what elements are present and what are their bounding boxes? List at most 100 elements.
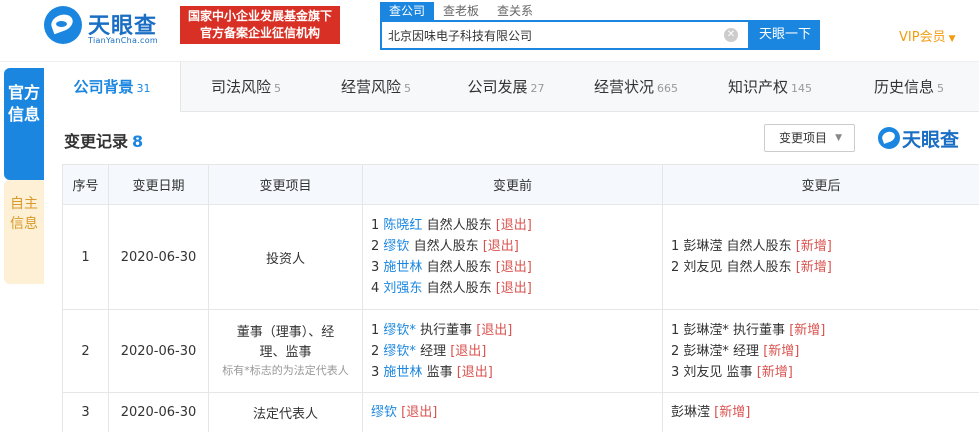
vip-menu[interactable]: VIP会员 ▼ (899, 26, 956, 45)
section-title: 变更记录 8 (64, 128, 143, 152)
entry-num: 1 (371, 322, 380, 338)
tab-count: 5 (404, 82, 411, 95)
tianyancha-logo[interactable]: 天眼查 TianYanCha.com (44, 6, 174, 48)
tab-operational-risk[interactable]: 经营风险 5 (311, 62, 441, 112)
side-tab-official-info[interactable]: 官方信息 (4, 68, 44, 180)
tab-search-relation[interactable]: 查关系 (488, 2, 542, 20)
promo-line-2: 官方备案企业征信机构 (199, 26, 320, 40)
entry-text: 2 刘友见 自然人股东 (671, 260, 792, 275)
tab-label: 司法风险 (210, 78, 271, 96)
tab-label: 公司发展 (467, 78, 528, 96)
filter-label: 变更项目 (779, 131, 828, 145)
row-after: 1 彭琳滢 自然人股东 [新增] 2 刘友见 自然人股东 [新增] (662, 204, 979, 310)
tab-count: 5 (274, 82, 281, 95)
entry-num: 2 (371, 343, 380, 359)
person-link[interactable]: 刘强东 (383, 281, 422, 296)
new-tag: [新增] (795, 239, 832, 254)
before-entry: 2 缪钦* 经理 [退出] (371, 341, 662, 362)
vip-label: VIP会员 (899, 30, 946, 45)
column-header-index: 序号 (62, 164, 109, 205)
row-before: 缪钦 [退出] (362, 392, 663, 432)
tab-company-background[interactable]: 公司背景 31 (44, 62, 181, 112)
tab-count: 145 (791, 82, 812, 95)
column-header-date: 变更日期 (108, 164, 209, 205)
table-row: 3 2020-06-30 法定代表人 缪钦 [退出] 彭琳滢 [新增] (62, 392, 979, 432)
item-line-2: 理、监事 (259, 345, 312, 360)
search-input[interactable] (382, 22, 712, 48)
person-link[interactable]: 缪钦 (383, 239, 409, 254)
row-item: 投资人 (208, 204, 363, 310)
after-entry: 3 刘友见 监事 [新增] (671, 362, 979, 383)
tab-company-development[interactable]: 公司发展 27 (441, 62, 571, 112)
tab-intellectual-property[interactable]: 知识产权 145 (701, 62, 839, 112)
person-link[interactable]: 缪钦* (383, 323, 416, 338)
top-header: 天眼查 TianYanCha.com 国家中小企业发展基金旗下 官方备案企业征信… (0, 0, 979, 62)
row-date: 2020-06-30 (108, 392, 209, 432)
tab-search-company[interactable]: 查公司 (380, 2, 435, 20)
change-records-table: 序号 变更日期 变更项目 变更前 变更后 1 2020-06-30 投资人 1 … (62, 164, 979, 432)
entry-text: 1 彭琳滢 自然人股东 (671, 239, 792, 254)
tab-label: 公司背景 (73, 78, 134, 96)
new-tag: [新增] (756, 364, 793, 380)
after-entry: 1 彭琳滢* 执行董事 [新增] (671, 320, 979, 341)
row-before: 1 陈晓红 自然人股东 [退出] 2 缪钦 自然人股东 [退出] 3 施世林 自… (362, 204, 663, 310)
new-tag: [新增] (714, 405, 751, 420)
tab-count: 27 (530, 82, 545, 95)
row-after: 1 彭琳滢* 执行董事 [新增] 2 彭琳滢* 经理 [新增] 3 刘友见 监事… (662, 309, 979, 393)
person-link[interactable]: 缪钦 (371, 405, 397, 420)
table-header-row: 序号 变更日期 变更项目 变更前 变更后 (62, 164, 979, 205)
tab-judicial-risk[interactable]: 司法风险 5 (181, 62, 311, 112)
tab-label: 经营状况 (593, 78, 654, 96)
search-button[interactable]: 天眼一下 (750, 20, 820, 50)
tab-label: 知识产权 (727, 78, 788, 96)
row-index: 1 (62, 204, 109, 310)
table-row: 1 2020-06-30 投资人 1 陈晓红 自然人股东 [退出] 2 缪钦 自… (62, 204, 979, 310)
clear-icon[interactable]: ✕ (724, 28, 738, 42)
person-link[interactable]: 缪钦* (383, 344, 416, 359)
change-item-filter[interactable]: 变更项目 ▼ (764, 124, 855, 152)
tab-search-boss[interactable]: 查老板 (434, 2, 488, 20)
logo-subtext: TianYanCha.com (88, 36, 158, 45)
entry-num: 3 (371, 260, 380, 275)
exit-tag: [退出] (401, 405, 438, 420)
row-date: 2020-06-30 (108, 204, 209, 310)
person-link[interactable]: 陈晓红 (383, 218, 422, 233)
entry-text: 3 刘友见 监事 (671, 364, 753, 380)
entry-role: 执行董事 (420, 322, 473, 338)
exit-tag: [退出] (495, 281, 532, 296)
section-count: 8 (132, 132, 144, 151)
search-box: ✕ (380, 20, 750, 50)
entry-role: 经理 (420, 343, 447, 359)
exit-tag: [退出] (450, 343, 487, 359)
before-entry: 缪钦 [退出] (371, 402, 662, 423)
brand-eye-icon (878, 127, 900, 149)
new-tag: [新增] (789, 322, 826, 338)
before-entry: 4 刘强东 自然人股东 [退出] (371, 278, 662, 299)
before-entry: 3 施世林 自然人股东 [退出] (371, 257, 662, 278)
table-row: 2 2020-06-30 董事（理事）、经 理、监事 标有*标志的为法定代表人 … (62, 309, 979, 393)
person-link[interactable]: 施世林 (383, 365, 422, 380)
new-tag: [新增] (763, 343, 800, 359)
tab-count: 665 (657, 82, 678, 95)
row-index: 3 (62, 392, 109, 432)
entry-role: 自然人股东 (426, 218, 492, 233)
row-date: 2020-06-30 (108, 309, 209, 393)
tab-business-status[interactable]: 经营状况 665 (571, 62, 701, 112)
tab-history-info[interactable]: 历史信息 5 (839, 62, 979, 112)
entry-role: 自然人股东 (413, 239, 479, 254)
after-entry: 彭琳滢 [新增] (671, 402, 979, 423)
after-entry: 1 彭琳滢 自然人股东 [新增] (671, 236, 979, 257)
section-title-text: 变更记录 (64, 132, 129, 151)
side-tab-self-info[interactable]: 自主信息 (4, 180, 44, 284)
person-link[interactable]: 施世林 (383, 260, 422, 275)
entry-text: 彭琳滢 (671, 405, 711, 420)
search-type-tabs: 查公司 查老板 查关系 (380, 2, 542, 20)
row-after: 彭琳滢 [新增] (662, 392, 979, 432)
promo-banner[interactable]: 国家中小企业发展基金旗下 官方备案企业征信机构 (180, 6, 340, 44)
entry-text: 1 彭琳滢* 执行董事 (671, 322, 786, 338)
tab-count: 5 (937, 82, 944, 95)
item-line-1: 董事（理事）、经 (236, 325, 335, 340)
brand-text: 天眼查 (902, 129, 960, 151)
row-item: 董事（理事）、经 理、监事 标有*标志的为法定代表人 (208, 309, 363, 393)
exit-tag: [退出] (495, 218, 532, 233)
